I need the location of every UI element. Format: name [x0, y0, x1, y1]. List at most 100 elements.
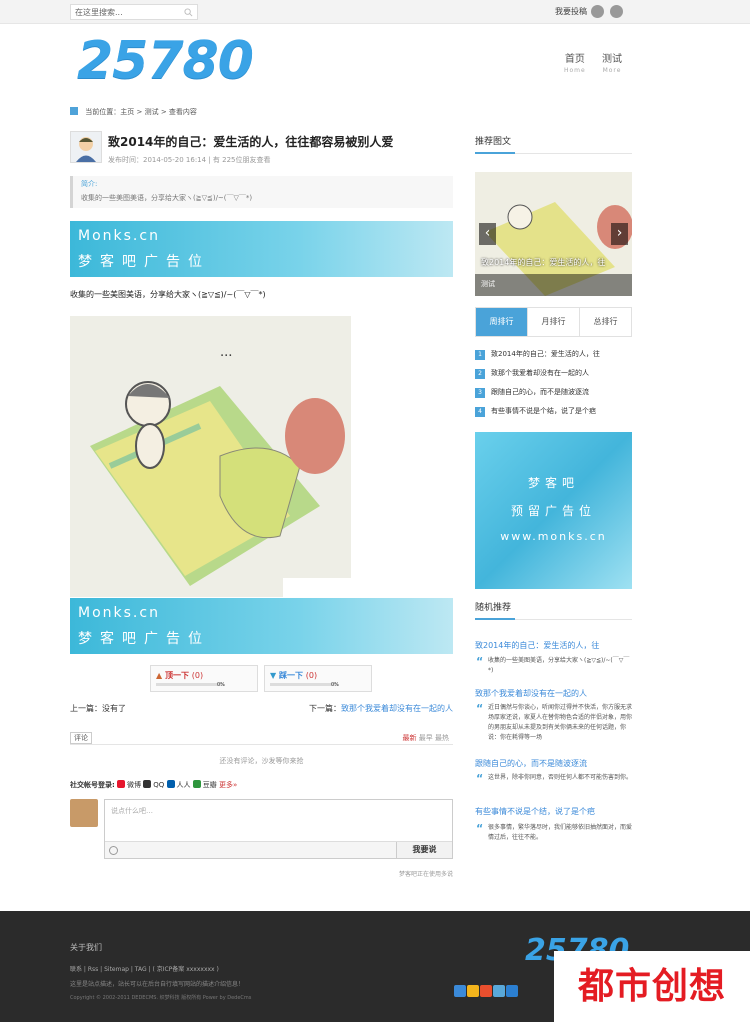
comment-placeholder: 说点什么吧…: [111, 807, 153, 815]
tab-monthly[interactable]: 月排行: [528, 308, 580, 336]
nav-home[interactable]: 首页 Home: [564, 50, 586, 74]
random-heading: 随机推荐: [475, 600, 632, 620]
social-weibo-label: 微博: [127, 781, 142, 789]
breadcrumb-sep: >: [136, 108, 143, 116]
sort-earliest[interactable]: 最早: [419, 734, 433, 742]
slide-footer-text: 测试: [481, 280, 495, 288]
random-title[interactable]: 跟随自己的心，而不是随波逐流: [475, 758, 587, 769]
comment-submit-button[interactable]: 我要说: [396, 842, 452, 858]
top-bar: 在这里搜索... 我要投稿: [0, 0, 750, 24]
search-input[interactable]: 在这里搜索...: [70, 4, 198, 20]
rank-item[interactable]: 3 跟随自己的心，而不是随波逐流: [475, 387, 589, 398]
upvote-text: 顶一下: [164, 671, 189, 680]
home-icon: [70, 107, 78, 115]
qq-icon: [143, 780, 152, 788]
recommend-heading: 推荐图文: [475, 134, 632, 154]
social-weibo[interactable]: 微博: [117, 780, 142, 789]
downvote-button[interactable]: ▼ 踩一下 (0) 0%: [264, 665, 372, 692]
summary-label: 简介:: [81, 180, 98, 188]
sort-newest[interactable]: 最新: [403, 734, 417, 742]
author-avatar[interactable]: [70, 131, 102, 163]
rank-title: 有些事情不说是个结，说了是个疤: [491, 407, 596, 415]
social-qq[interactable]: QQ: [143, 780, 164, 789]
rank-tabs: 周排行 月排行 总排行: [475, 307, 632, 337]
search-icon[interactable]: [184, 8, 193, 17]
watermark: 都市创想: [554, 951, 750, 1022]
slide-next-icon[interactable]: ›: [611, 223, 628, 245]
breadcrumb-sep: >: [160, 108, 167, 116]
quote-icon: “: [476, 822, 484, 835]
social-douban[interactable]: 豆瓣: [192, 780, 217, 789]
sort-hottest[interactable]: 最热: [435, 734, 449, 742]
breadcrumb-prefix: 当前位置：: [85, 108, 121, 116]
share-renren-icon[interactable]: [506, 985, 518, 997]
ad-line1: Monks.cn: [78, 605, 160, 621]
site-logo[interactable]: 25780: [77, 30, 254, 92]
nav-home-label: 首页: [564, 54, 585, 65]
rank-item[interactable]: 2 致那个我爱着却没有在一起的人: [475, 368, 589, 379]
share-rss-icon[interactable]: [480, 985, 492, 997]
downvote-bar: [270, 683, 338, 686]
footer-links[interactable]: 联系 | Rss | Sitemap | TAG | ( 京ICP备案 xxxx…: [70, 964, 219, 973]
duoshuo-footnote[interactable]: 梦客吧正在使用多说: [399, 869, 453, 878]
breadcrumb-category[interactable]: 测试: [145, 108, 159, 116]
rank-number: 3: [475, 388, 485, 398]
comment-toolbar: 我要说: [105, 841, 452, 858]
ad-line1: Monks.cn: [78, 228, 160, 244]
downvote-count: (0): [305, 671, 318, 680]
ad-line2: 梦客吧广告位: [78, 254, 210, 270]
sketch-illustration: ...: [70, 316, 351, 597]
random-desc: 收集的一些美图美语，分享给大家ヽ(≧▽≦)/~(￣▽￣*): [488, 657, 630, 674]
quote-icon: “: [476, 772, 484, 785]
social-more-link[interactable]: 更多»: [219, 781, 237, 789]
social-login: 社交帐号登录: 微博 QQ 人人 豆瓣 更多»: [70, 780, 237, 790]
submit-article-link[interactable]: 我要投稿: [555, 6, 587, 17]
rank-title: 致2014年的自己：爱生活的人，往: [491, 350, 600, 358]
footer-heading: 关于我们: [70, 943, 102, 952]
nav-test[interactable]: 测试 More: [602, 50, 622, 74]
share-plus-icon[interactable]: [454, 985, 466, 997]
rank-item[interactable]: 1 致2014年的自己：爱生活的人，往: [475, 349, 600, 360]
quote-icon: “: [476, 702, 484, 715]
upvote-count: (0): [191, 671, 204, 680]
share-star-icon[interactable]: [467, 985, 479, 997]
social-douban-label: 豆瓣: [202, 781, 217, 789]
breadcrumb-home[interactable]: 主页: [120, 108, 134, 116]
svg-text:...: ...: [220, 345, 232, 360]
tab-weekly[interactable]: 周排行: [476, 308, 528, 336]
random-title[interactable]: 有些事情不说是个结，说了是个疤: [475, 806, 595, 817]
user-icon[interactable]: [591, 5, 604, 18]
slide-caption[interactable]: 致2014年的自己：爱生活的人，往: [475, 257, 632, 268]
comment-box[interactable]: 说点什么吧… 我要说: [104, 799, 453, 859]
random-title[interactable]: 致2014年的自己：爱生活的人，往: [475, 640, 599, 651]
quote-icon: “: [476, 655, 484, 668]
ad-banner-bottom[interactable]: Monks.cn 梦客吧广告位: [70, 598, 453, 654]
ad-sidebar[interactable]: 梦客吧 预留广告位 www.monks.cn: [475, 432, 632, 589]
recommend-slider[interactable]: ‹ › 致2014年的自己：爱生活的人，往 测试: [475, 172, 632, 296]
footer-description: 这里是站点描述，站长可以在后台自行填写网站的描述介绍信息！: [70, 981, 245, 988]
share-icons: [454, 985, 519, 999]
emoji-icon[interactable]: [109, 846, 118, 855]
rank-number: 4: [475, 407, 485, 417]
weibo-icon[interactable]: [610, 5, 623, 18]
tab-total[interactable]: 总排行: [580, 308, 631, 336]
next-article-link[interactable]: 致那个我爱着却没有在一起的人: [341, 704, 453, 713]
ad-line2: 梦客吧广告位: [78, 631, 210, 647]
article-lead: 收集的一些美图美语，分享给大家ヽ(≧▽≦)/~(￣▽￣*): [70, 290, 266, 299]
breadcrumb-current: 查看内容: [168, 108, 197, 116]
nav-test-label: 测试: [602, 54, 622, 65]
share-qzone-icon[interactable]: [493, 985, 505, 997]
douban-icon: [192, 780, 201, 788]
ad-banner-top[interactable]: Monks.cn 梦客吧广告位: [70, 221, 453, 277]
article-meta: 发布时间：2014-05-20 16:14 | 有 225位朋友查看: [108, 156, 271, 164]
slide-prev-icon[interactable]: ‹: [479, 223, 496, 245]
article-title: 致2014年的自己：爱生活的人，往往都容易被别人爱: [108, 135, 394, 149]
rank-item[interactable]: 4 有些事情不说是个结，说了是个疤: [475, 406, 596, 417]
slide-footer: 测试: [475, 274, 632, 296]
upvote-button[interactable]: ▲ 顶一下 (0) 0%: [150, 665, 258, 692]
prev-article-link[interactable]: 上一篇：没有了: [70, 703, 126, 714]
social-label: 社交帐号登录:: [70, 781, 115, 789]
random-title[interactable]: 致那个我爱着却没有在一起的人: [475, 688, 587, 699]
upvote-bar: [156, 683, 224, 686]
social-renren[interactable]: 人人: [166, 780, 191, 789]
